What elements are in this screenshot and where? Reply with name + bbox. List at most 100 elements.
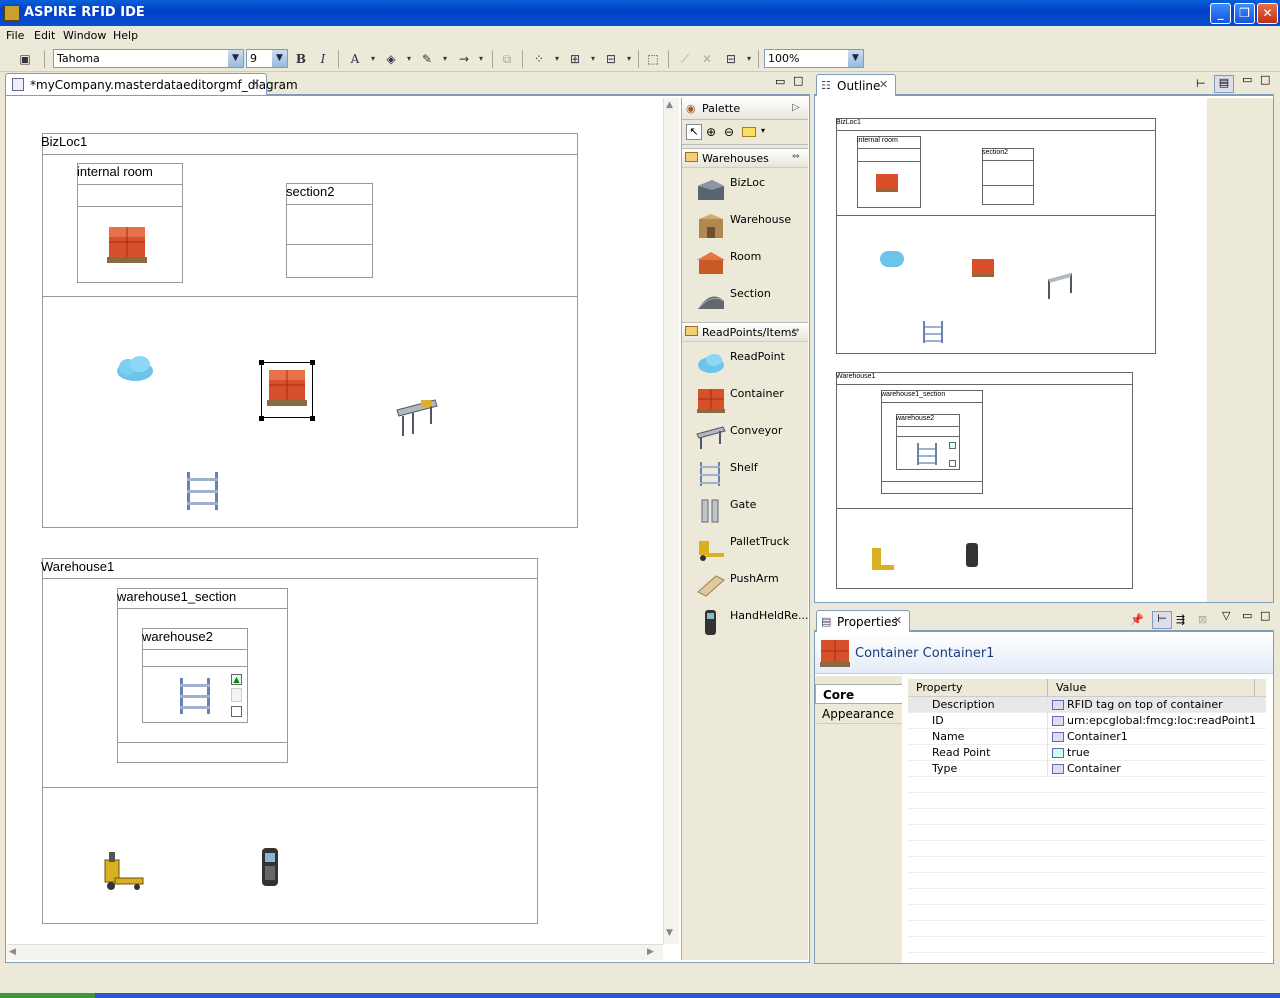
maximize-view-button[interactable]: □	[1260, 73, 1270, 86]
container-icon[interactable]	[105, 223, 149, 265]
note-icon[interactable]	[742, 127, 756, 137]
property-value[interactable]: Container1	[1067, 730, 1128, 743]
restore-defaults-icon[interactable]: ⊠	[1198, 613, 1207, 626]
palette-item-handheld[interactable]: HandHeldRe...	[682, 603, 808, 640]
resize-handle[interactable]	[310, 416, 315, 421]
chevron-down-icon[interactable]: ▾	[400, 51, 418, 67]
chevron-right-icon[interactable]: ▶	[647, 947, 654, 957]
readpoint-icon[interactable]	[114, 353, 156, 385]
maximize-view-button[interactable]: □	[793, 74, 803, 87]
close-icon[interactable]: ✕	[879, 78, 888, 91]
font-color-icon[interactable]: A	[346, 51, 364, 67]
minimize-view-button[interactable]: ▭	[1242, 73, 1252, 86]
column-header-value[interactable]: Value	[1056, 681, 1086, 694]
minimize-view-button[interactable]: ▭	[1242, 609, 1252, 622]
resize-handle[interactable]	[310, 360, 315, 365]
close-button[interactable]: ✕	[1257, 3, 1278, 24]
outline-tab[interactable]: ☷ Outline ✕	[816, 74, 896, 96]
align-icon[interactable]: ⊟	[602, 51, 620, 67]
chevron-down-icon[interactable]: ▾	[548, 51, 566, 67]
autosize-icon[interactable]: ⬚	[644, 51, 662, 67]
tree-view-icon[interactable]: ⊢	[1196, 77, 1206, 90]
shelf-icon[interactable]	[177, 676, 215, 716]
minimize-button[interactable]: _	[1210, 3, 1231, 24]
chevron-down-icon[interactable]: ▾	[436, 51, 454, 67]
grid-icon[interactable]: ⊟	[722, 51, 740, 67]
resize-handle[interactable]	[259, 360, 264, 365]
italic-button[interactable]: I	[314, 51, 332, 67]
table-row[interactable]: ID urn:epcglobal:fmcg:loc:readPoint1	[908, 713, 1266, 729]
close-icon[interactable]: ✕	[893, 614, 902, 627]
palette-header[interactable]: ◉ Palette ▷	[682, 98, 808, 120]
chevron-down-icon[interactable]: ▾	[472, 51, 490, 67]
property-value[interactable]: RFID tag on top of container	[1067, 698, 1223, 711]
conveyor-icon[interactable]	[395, 396, 439, 438]
maximize-view-button[interactable]: □	[1260, 609, 1270, 622]
palette-item-pusharm[interactable]: PushArm	[682, 566, 808, 603]
font-family-select[interactable]: Tahoma ▼	[53, 49, 244, 68]
property-value[interactable]: true	[1067, 746, 1090, 759]
arrange-icon[interactable]: ⊞	[566, 51, 584, 67]
close-icon[interactable]: ✕	[251, 77, 260, 90]
column-divider[interactable]	[1047, 679, 1048, 697]
container-icon[interactable]	[265, 366, 309, 408]
bold-button[interactable]: B	[292, 51, 310, 67]
palette-item-pallettruck[interactable]: PalletTruck	[682, 529, 808, 566]
view-menu-icon[interactable]: ▽	[1222, 609, 1230, 622]
pin-icon[interactable]: ⇔	[792, 326, 800, 336]
chevron-left-icon[interactable]: ◀	[9, 947, 16, 957]
chevron-down-icon[interactable]: ▾	[620, 51, 638, 67]
column-divider[interactable]	[1254, 679, 1255, 697]
chevron-up-icon[interactable]: ▲	[666, 100, 673, 110]
menu-help[interactable]: Help	[113, 29, 138, 42]
palette-item-room[interactable]: Room	[682, 244, 808, 281]
drawer-readpoints[interactable]: ReadPoints/Items ⇔	[682, 322, 808, 342]
minimize-view-button[interactable]: ▭	[775, 75, 785, 88]
palette-item-gate[interactable]: Gate	[682, 492, 808, 529]
pallettruck-icon[interactable]	[101, 850, 145, 892]
palette-item-section[interactable]: Section	[682, 281, 808, 318]
categories-icon[interactable]: ⊢	[1152, 611, 1172, 629]
drawer-warehouses[interactable]: Warehouses ⇔	[682, 148, 808, 168]
chevron-down-icon[interactable]: ▼	[666, 928, 673, 938]
font-size-select[interactable]: 9 ▼	[246, 49, 288, 68]
shelf-icon[interactable]	[183, 470, 223, 512]
save-icon[interactable]: ▣	[16, 51, 34, 67]
properties-tab[interactable]: ▤ Properties ✕	[816, 610, 910, 632]
menu-window[interactable]: Window	[63, 29, 106, 42]
start-button[interactable]	[0, 993, 95, 998]
copy-appearance-icon[interactable]: ⧉	[498, 51, 516, 67]
chevron-down-icon[interactable]: ▾	[761, 126, 765, 135]
diagram-canvas[interactable]: BizLoc1 internal room section2 Warehouse	[7, 98, 663, 944]
overview-icon[interactable]: ▤	[1214, 75, 1234, 93]
chevron-right-icon[interactable]: ▷	[792, 102, 800, 113]
pin-icon[interactable]: ⇔	[792, 152, 800, 162]
pin-icon[interactable]: 📌	[1130, 613, 1144, 626]
line-color-icon[interactable]: ✎	[418, 51, 436, 67]
resize-handle[interactable]	[259, 416, 264, 421]
tab-appearance[interactable]: Appearance	[815, 704, 902, 724]
vertical-scrollbar[interactable]: ▲ ▼	[663, 98, 679, 944]
filter-icon[interactable]: ⇶	[1176, 613, 1185, 626]
chevron-down-icon[interactable]: ▾	[584, 51, 602, 67]
outline-canvas[interactable]: BizLoc1 internal room section2 Warehouse…	[815, 98, 1207, 602]
route-remove-icon[interactable]: ✕	[698, 51, 716, 67]
palette-item-warehouse[interactable]: Warehouse	[682, 207, 808, 244]
select-tool-icon[interactable]: ↖	[686, 124, 702, 140]
editor-tab[interactable]: *myCompany.masterdataeditorgmf_diagram ✕	[5, 73, 298, 95]
compartment-scrollbar[interactable]	[231, 688, 242, 702]
palette-item-bizloc[interactable]: BizLoc	[682, 170, 808, 207]
zoom-in-icon[interactable]: ⊕	[706, 125, 716, 139]
zoom-out-icon[interactable]: ⊖	[724, 125, 734, 139]
tab-core[interactable]: Core	[815, 684, 902, 704]
chevron-down-icon[interactable]: ▾	[364, 51, 382, 67]
restore-button[interactable]: ❐	[1234, 3, 1255, 24]
scroll-down-icon[interactable]	[231, 706, 242, 717]
line-style-icon[interactable]: →	[455, 51, 473, 67]
route-icon[interactable]: ⟋	[676, 51, 694, 67]
property-value[interactable]: Container	[1067, 762, 1121, 775]
handheld-reader-icon[interactable]	[257, 846, 283, 888]
zoom-select[interactable]: 100% ▼	[764, 49, 864, 68]
fill-color-icon[interactable]: ◈	[382, 51, 400, 67]
column-header-property[interactable]: Property	[916, 681, 963, 694]
